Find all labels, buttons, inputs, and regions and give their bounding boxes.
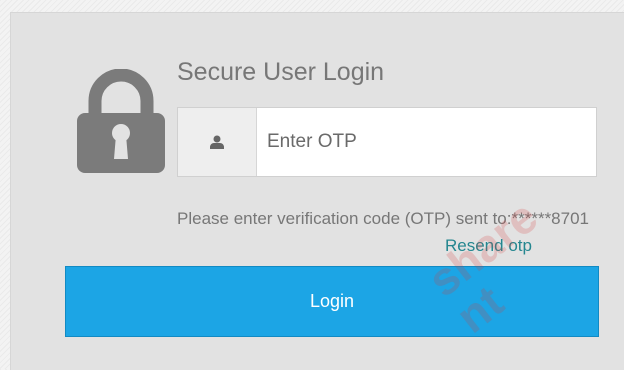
lock-icon <box>77 69 165 173</box>
user-icon <box>210 135 224 149</box>
resend-otp-link[interactable]: Resend otp <box>445 235 532 257</box>
page-title: Secure User Login <box>177 58 385 86</box>
otp-input[interactable] <box>257 108 596 176</box>
user-icon-addon <box>178 108 257 176</box>
otp-input-group <box>177 107 597 177</box>
login-button[interactable]: Login <box>65 266 599 337</box>
otp-sent-message: Please enter verification code (OTP) sen… <box>177 209 590 228</box>
